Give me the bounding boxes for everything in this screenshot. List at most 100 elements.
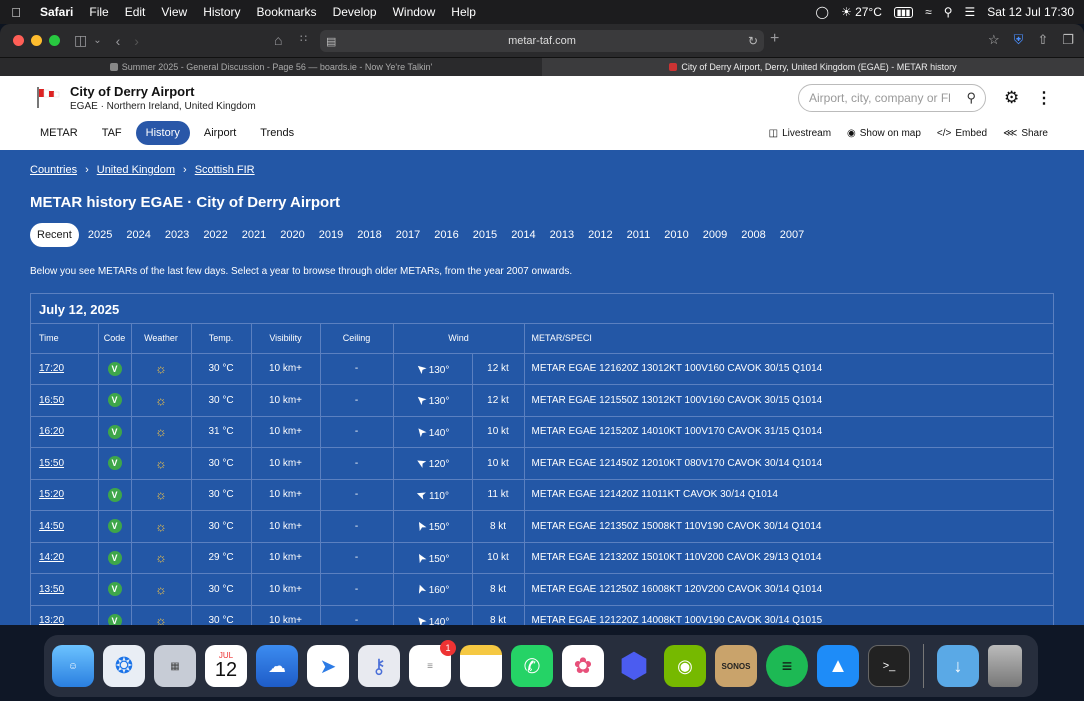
reminders-icon[interactable]: ≡ 1 xyxy=(409,640,456,687)
breadcrumb-united-kingdom[interactable]: United Kingdom xyxy=(97,164,175,176)
notes-icon[interactable] xyxy=(460,645,502,687)
time-link[interactable]: 17:20 xyxy=(31,353,99,385)
keychain-icon[interactable]: ⚷ xyxy=(358,645,400,687)
time-link[interactable]: 15:50 xyxy=(31,447,99,480)
chevron-down-icon[interactable]: ⌄ xyxy=(93,35,101,46)
menu-view[interactable]: View xyxy=(153,5,195,19)
menu-file[interactable]: File xyxy=(81,5,116,19)
menu-develop[interactable]: Develop xyxy=(325,5,385,19)
menu-window[interactable]: Window xyxy=(385,5,444,19)
app-store-icon[interactable]: ▲ xyxy=(817,645,859,687)
sidebar-toggle-icon[interactable]: ◫ xyxy=(74,32,87,49)
downloads-folder-icon[interactable]: ↓ xyxy=(937,645,979,687)
breadcrumb-countries[interactable]: Countries xyxy=(30,164,77,176)
tab-boards[interactable]: Summer 2025 - General Discussion - Page … xyxy=(0,58,542,76)
menu-bookmarks[interactable]: Bookmarks xyxy=(249,5,325,19)
time-link[interactable]: 13:50 xyxy=(31,573,99,606)
year-tab-2007[interactable]: 2007 xyxy=(773,223,811,247)
menu-edit[interactable]: Edit xyxy=(117,5,154,19)
launchpad-icon[interactable]: ▦ xyxy=(154,645,196,687)
year-tab-2014[interactable]: 2014 xyxy=(504,223,542,247)
year-tab-2025[interactable]: 2025 xyxy=(81,223,119,247)
back-arrow-icon[interactable]: ‹ xyxy=(116,33,121,49)
airport-search-input[interactable]: Airport, city, company or Fl ⚲ xyxy=(798,84,986,112)
spotify-icon[interactable]: ≡ xyxy=(766,645,808,687)
control-center-icon[interactable]: ☰ xyxy=(965,5,976,19)
photos-icon[interactable]: ✿ xyxy=(562,645,604,687)
privacy-shield-icon[interactable]: ⛨ xyxy=(1014,32,1024,48)
menu-history[interactable]: History xyxy=(195,5,248,19)
wifi-icon[interactable]: ≈ xyxy=(925,5,932,19)
year-tab-2023[interactable]: 2023 xyxy=(158,223,196,247)
share-button[interactable]: ⋘ Share xyxy=(1003,128,1048,139)
time-link[interactable]: 13:20 xyxy=(31,605,99,625)
show-on-map-button[interactable]: ◉ Show on map xyxy=(847,128,921,139)
settings-gear-icon[interactable]: ⚙ xyxy=(1004,88,1019,108)
bookmark-star-icon[interactable]: ☆ xyxy=(988,32,1000,48)
breadcrumb-scottish-fir[interactable]: Scottish FIR xyxy=(195,164,255,176)
whatsapp-icon[interactable]: ✆ xyxy=(511,645,553,687)
year-tab-2015[interactable]: 2015 xyxy=(466,223,504,247)
tab-overview-icon[interactable]: ❐ xyxy=(1062,32,1074,48)
time-link[interactable]: 14:20 xyxy=(31,542,99,574)
year-tab-2016[interactable]: 2016 xyxy=(427,223,465,247)
address-bar[interactable]: ▤ metar-taf.com ↻ xyxy=(320,30,764,52)
prism-icon[interactable]: ⬢ xyxy=(613,645,655,687)
time-link[interactable]: 16:50 xyxy=(31,384,99,417)
spotlight-search-icon[interactable]: ⚲ xyxy=(944,5,953,19)
nav-airport[interactable]: Airport xyxy=(194,121,246,145)
year-tab-2008[interactable]: 2008 xyxy=(734,223,772,247)
year-tab-2013[interactable]: 2013 xyxy=(543,223,581,247)
menubar-clock[interactable]: Sat 12 Jul 17:30 xyxy=(987,5,1074,19)
year-tab-2017[interactable]: 2017 xyxy=(389,223,427,247)
forward-arrow-icon[interactable]: › xyxy=(134,33,139,49)
trash-icon[interactable] xyxy=(988,645,1022,687)
year-tab-2019[interactable]: 2019 xyxy=(312,223,350,247)
year-tab-2018[interactable]: 2018 xyxy=(350,223,388,247)
year-tab-2010[interactable]: 2010 xyxy=(657,223,695,247)
nav-taf[interactable]: TAF xyxy=(92,121,132,145)
menu-app-name[interactable]: Safari xyxy=(32,5,81,19)
embed-button[interactable]: </> Embed xyxy=(937,128,987,139)
livestream-button[interactable]: ◫ Livestream xyxy=(769,128,831,139)
menu-help[interactable]: Help xyxy=(443,5,484,19)
more-menu-icon[interactable]: ⋮ xyxy=(1036,88,1052,108)
shield-icon[interactable]: ◯ xyxy=(816,5,829,19)
reload-icon[interactable]: ↻ xyxy=(748,34,758,48)
year-tab-2021[interactable]: 2021 xyxy=(235,223,273,247)
time-link[interactable]: 15:20 xyxy=(31,479,99,511)
nav-history[interactable]: History xyxy=(135,121,190,145)
tab-metar-history[interactable]: City of Derry Airport, Derry, United Kin… xyxy=(542,58,1084,76)
year-tab-2009[interactable]: 2009 xyxy=(696,223,734,247)
zoom-window-button[interactable] xyxy=(49,35,60,46)
sonos-icon[interactable]: SONOS xyxy=(715,645,757,687)
year-tab-2024[interactable]: 2024 xyxy=(119,223,157,247)
close-window-button[interactable] xyxy=(13,35,24,46)
minimize-window-button[interactable] xyxy=(31,35,42,46)
terminal-icon[interactable]: >_ xyxy=(868,645,910,687)
home-icon[interactable]: ⌂ xyxy=(274,32,282,48)
nvidia-icon[interactable]: ◉ xyxy=(664,645,706,687)
col-time[interactable]: Time xyxy=(31,324,99,354)
time-link[interactable]: 14:50 xyxy=(31,510,99,543)
year-tab-2020[interactable]: 2020 xyxy=(273,223,311,247)
year-tab-recent[interactable]: Recent xyxy=(30,223,79,247)
nav-trends[interactable]: Trends xyxy=(250,121,304,145)
year-tab-2022[interactable]: 2022 xyxy=(196,223,234,247)
weather-icon[interactable]: ☁ xyxy=(256,645,298,687)
grid-icon[interactable]: ∷ xyxy=(300,32,307,45)
apple-menu-icon[interactable]:  xyxy=(0,5,32,20)
time-link[interactable]: 16:20 xyxy=(31,416,99,448)
safari-icon[interactable]: ❂ xyxy=(103,645,145,687)
search-icon[interactable]: ⚲ xyxy=(966,90,976,106)
reader-icon[interactable]: ▤ xyxy=(326,35,336,48)
battery-icon[interactable]: ▮▮▮ xyxy=(893,6,914,18)
weather-temp[interactable]: ☀ 27°C xyxy=(841,5,882,19)
share-toolbar-icon[interactable]: ⇧ xyxy=(1037,32,1048,48)
calendar-icon[interactable]: JUL 12 xyxy=(205,645,247,687)
year-tab-2011[interactable]: 2011 xyxy=(620,223,658,247)
new-tab-plus-icon[interactable]: + xyxy=(770,30,779,48)
copilot-icon[interactable]: ➤ xyxy=(307,645,349,687)
finder-icon[interactable]: ☺ xyxy=(52,645,94,687)
year-tab-2012[interactable]: 2012 xyxy=(581,223,619,247)
